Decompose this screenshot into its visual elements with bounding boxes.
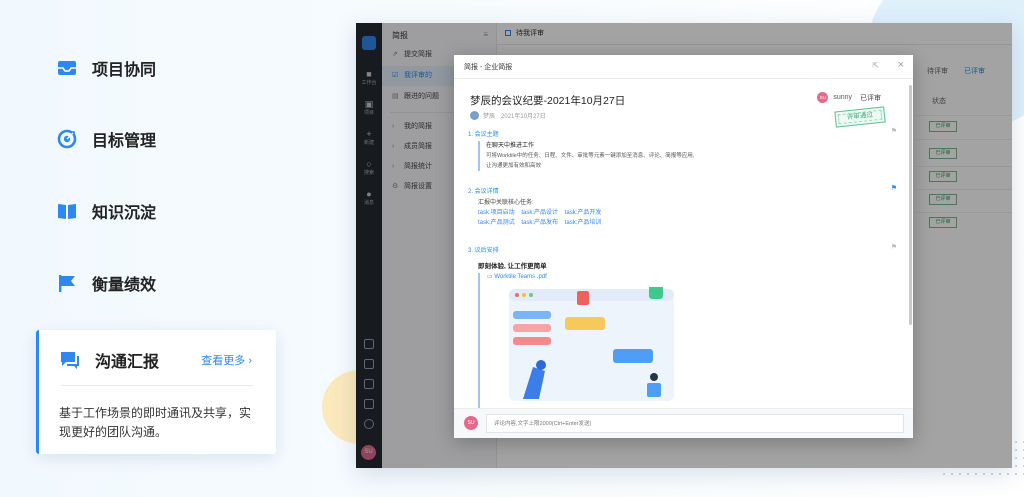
section-title-topic: 1. 会议主题 <box>468 132 499 138</box>
topic-content: 在聊天中推进工作 可将Worktile中的任务、日程、文件、审批等元素一键添加至… <box>478 141 694 171</box>
report-detail-modal: 简报 - 企业简报 ⇱ × 梦辰的会议纪要-2021年10月27日 梦辰 202… <box>454 55 913 438</box>
document-date: 2021年10月27日 <box>501 114 546 120</box>
attachment-preview-illustration <box>509 287 674 401</box>
feature-item-project[interactable]: 项目协同 <box>56 56 156 80</box>
author-avatar <box>470 111 479 120</box>
topic-line: 让沟通更加有效和高效 <box>486 163 542 169</box>
comment-input[interactable] <box>486 414 904 433</box>
attachment-file-link[interactable]: ▭ Worktile Teams .pdf <box>487 273 678 280</box>
commenter-avatar: SU <box>464 416 478 430</box>
book-icon <box>56 200 78 222</box>
comment-bar: SU <box>454 408 913 438</box>
feature-card-title: 沟通汇报 <box>95 354 160 371</box>
topic-heading: 在聊天中推进工作 <box>486 143 535 149</box>
section-title-details: 2. 会议详情 <box>468 189 499 195</box>
card-divider <box>61 385 254 386</box>
document-author: 梦辰 2021年10月27日 <box>470 111 546 120</box>
flag-icon <box>56 272 78 294</box>
task-link[interactable]: task:项目启动 <box>478 210 515 216</box>
chat-icon <box>59 350 81 370</box>
feature-item-knowledge[interactable]: 知识沉淀 <box>56 199 156 223</box>
inbox-icon <box>56 57 78 79</box>
review-status: 已评审 <box>860 94 881 102</box>
reviewer-avatar: SU <box>817 92 829 103</box>
modal-title: 简报 - 企业简报 <box>464 64 513 71</box>
feature-label: 项目协同 <box>92 62 157 79</box>
modal-header: 简报 - 企业简报 ⇱ × <box>454 55 913 79</box>
section-title-followup: 3. 议后安排 <box>468 248 499 254</box>
flag-icon[interactable]: ⚑ <box>891 127 897 135</box>
modal-scrollbar[interactable] <box>909 85 912 325</box>
author-name: 梦辰 <box>483 114 496 120</box>
task-link[interactable]: task:产品设计 <box>521 210 558 216</box>
close-icon[interactable]: × <box>898 59 904 71</box>
feature-card-communication[interactable]: 沟通汇报 查看更多 › 基于工作场景的即时通讯及共享，实现更好的团队沟通。 <box>36 330 276 454</box>
target-icon <box>56 128 78 150</box>
tasks-heading: 汇报中关联核心任务: <box>478 200 534 206</box>
task-link[interactable]: task:产品培训 <box>565 220 602 226</box>
followup-heading: 即刻体验, 让工作更简单 <box>478 263 547 270</box>
task-link[interactable]: task:产品开发 <box>565 210 602 216</box>
attachment-block: ▭ Worktile Teams .pdf <box>478 273 678 408</box>
open-external-icon[interactable]: ⇱ <box>872 61 879 70</box>
task-link[interactable]: task:产品发布 <box>521 220 558 226</box>
flag-icon[interactable]: ⚑ <box>891 184 897 192</box>
file-icon: ▭ <box>487 274 493 280</box>
task-link[interactable]: task:产品测试 <box>478 220 515 226</box>
document-title: 梦辰的会议纪要-2021年10月27日 <box>470 95 626 107</box>
view-more-link[interactable]: 查看更多 › <box>201 352 252 368</box>
approved-stamp: 评审通过 <box>834 106 886 128</box>
feature-item-performance[interactable]: 衡量绩效 <box>56 271 156 295</box>
feature-item-goal[interactable]: 目标管理 <box>56 127 156 151</box>
feature-card-description: 基于工作场景的即时通讯及共享，实现更好的团队沟通。 <box>59 406 252 439</box>
task-list: 汇报中关联核心任务: task:项目启动 task:产品设计 task:产品开发… <box>478 198 606 228</box>
feature-label: 衡量绩效 <box>92 277 157 294</box>
feature-label: 知识沉淀 <box>92 205 157 222</box>
reviewer-info: SU sunny 已评审 <box>817 92 881 103</box>
topic-line: 可将Worktile中的任务、日程、文件、审批等元素一键添加至消息、评论、简报等… <box>486 153 695 159</box>
chevron-right-icon: › <box>248 355 252 367</box>
reviewer-name: sunny <box>833 94 852 101</box>
feature-label: 目标管理 <box>92 133 157 150</box>
flag-icon[interactable]: ⚑ <box>891 243 897 251</box>
